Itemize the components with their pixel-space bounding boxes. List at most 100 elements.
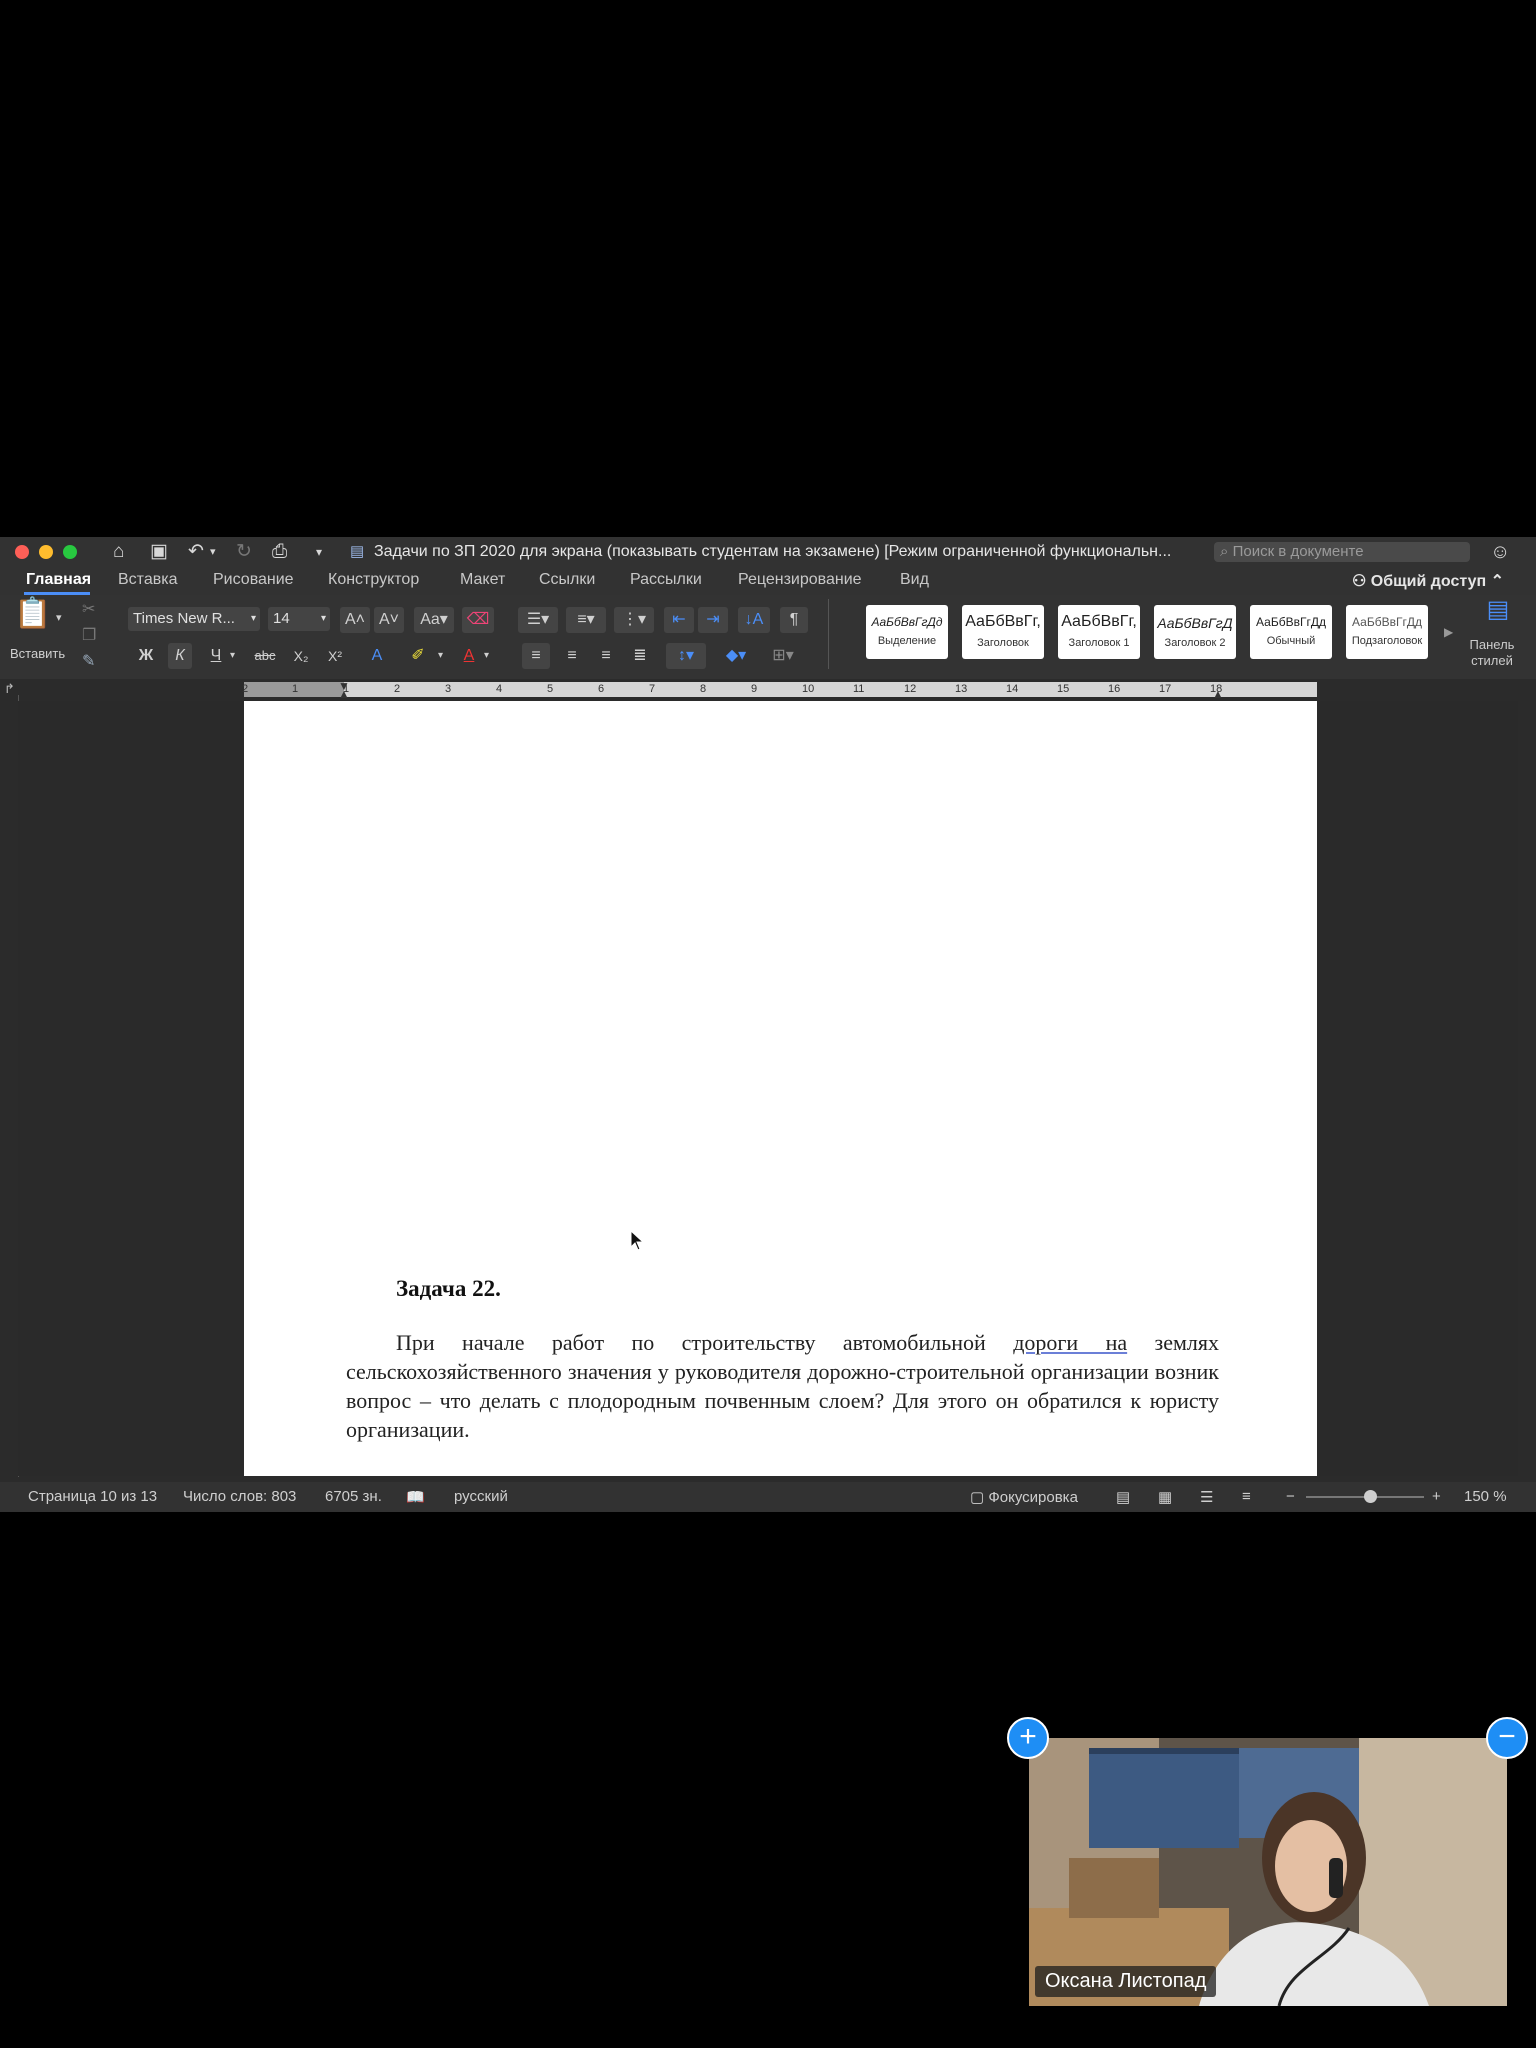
zoom-out-button[interactable]: − [1286,1488,1295,1505]
style-sample: АаБбВвГгД [1157,615,1233,631]
clear-formatting-icon[interactable]: ⌫ [462,607,494,633]
sort-icon[interactable]: ↓A [738,607,770,633]
share-button[interactable]: ⚇ Общий доступ ⌃ [1352,571,1504,591]
tab-references[interactable]: Ссылки [539,571,595,589]
outline-view-icon[interactable]: ☰ [1200,1488,1213,1506]
decrease-indent-icon[interactable]: ⇤ [664,607,694,633]
style-title[interactable]: АаБбВвГг, Заголовок [962,605,1044,659]
align-center-icon[interactable]: ≡ [558,643,586,669]
font-color-icon[interactable]: A [456,643,482,669]
line-spacing-icon[interactable]: ↕▾ [666,643,706,669]
style-sample: АаБбВвГг, [965,613,1041,630]
print-layout-view-icon[interactable]: ▤ [1116,1488,1130,1506]
italic-button[interactable]: К [168,643,192,669]
maximize-window-button[interactable] [63,545,77,559]
char-count[interactable]: 6705 зн. [325,1488,382,1505]
print-icon[interactable]: ⎙ [272,541,287,563]
copy-icon[interactable]: ❐ [82,623,96,649]
cut-icon[interactable]: ✂ [82,597,95,623]
home-icon[interactable]: ⌂ [113,541,124,563]
text-effects-icon[interactable]: A [364,643,390,669]
feedback-smiley-icon[interactable]: ☺ [1490,541,1510,563]
draft-view-icon[interactable]: ≡ [1242,1488,1251,1505]
style-emphasis[interactable]: АаБбВвГгДд Выделение [866,605,948,659]
underline-button[interactable]: Ч [204,643,228,669]
change-case-icon[interactable]: Aa▾ [414,607,454,633]
redo-icon[interactable]: ↻ [236,541,252,563]
web-layout-view-icon[interactable]: ▦ [1158,1488,1172,1506]
word-count[interactable]: Число слов: 803 [183,1488,296,1505]
align-left-icon[interactable]: ≡ [522,643,550,669]
underline-dropdown-icon[interactable]: ▾ [230,643,235,669]
show-formatting-button[interactable]: ¶ [780,607,808,633]
font-color-dropdown-icon[interactable]: ▾ [484,643,489,669]
strikethrough-button[interactable]: abc [250,643,280,669]
bold-button[interactable]: Ж [134,643,158,669]
tab-view[interactable]: Вид [900,571,929,589]
zoom-level[interactable]: 150 % [1464,1488,1507,1505]
styles-pane-label[interactable]: Панель стилей [1462,637,1522,669]
hanging-indent-marker[interactable]: ▲ [338,687,350,701]
zoom-slider-knob[interactable] [1364,1490,1377,1503]
undo-icon[interactable]: ↶ [188,541,204,563]
subscript-button[interactable]: X₂ [288,643,314,669]
grow-font-icon[interactable]: A˄ [340,607,370,633]
word-window: ⌂ ▣ ↶ ▾ ↻ ⎙ ▾ ▤ Задачи по ЗП 2020 для эк… [0,537,1536,1512]
tab-insert[interactable]: Вставка [118,571,177,589]
paste-dropdown-icon[interactable]: ▾ [56,605,62,631]
increase-indent-icon[interactable]: ⇥ [698,607,728,633]
shading-icon[interactable]: ◆▾ [716,643,756,669]
task-title[interactable]: Задача 22. [396,1276,501,1302]
bullets-icon[interactable]: ☰▾ [518,607,558,633]
tab-home[interactable]: Главная [26,571,91,589]
paste-icon[interactable]: 📋 [14,599,51,629]
tab-review[interactable]: Рецензирование [738,571,862,589]
style-subtitle[interactable]: АаБбВвГгДд Подзаголовок [1346,605,1428,659]
tab-stop-selector-icon[interactable]: ↱ [4,681,15,697]
tab-draw[interactable]: Рисование [213,571,294,589]
numbering-icon[interactable]: ≡▾ [566,607,606,633]
close-window-button[interactable] [15,545,29,559]
style-heading-2[interactable]: АаБбВвГгД Заголовок 2 [1154,605,1236,659]
horizontal-ruler[interactable]: ↱ 2 1 1 2 3 4 5 6 7 8 9 10 11 12 13 14 15 16 17 18 ▼ ▲ ▲ [0,679,1536,701]
highlight-icon[interactable]: ✐ [404,643,432,669]
tab-mailings[interactable]: Рассылки [630,571,702,589]
minimize-video-button[interactable]: − [1486,1717,1528,1759]
highlight-dropdown-icon[interactable]: ▾ [438,643,443,669]
font-size-select[interactable]: 14 ▾ [268,607,330,631]
superscript-button[interactable]: X² [322,643,348,669]
styles-gallery-next-icon[interactable]: ▶ [1444,619,1453,645]
undo-dropdown-icon[interactable]: ▾ [210,541,216,563]
font-name-select[interactable]: Times New R... ▾ [128,607,260,631]
tab-layout[interactable]: Макет [460,571,505,589]
save-icon[interactable]: ▣ [150,541,168,563]
document-title: Задачи по ЗП 2020 для экрана (показывать… [374,543,1172,560]
focus-mode-button[interactable]: ▢ Фокусировка [970,1488,1078,1506]
style-heading-1[interactable]: АаБбВвГг, Заголовок 1 [1058,605,1140,659]
justify-icon[interactable]: ≣ [626,643,654,669]
page-counter[interactable]: Страница 10 из 13 [28,1488,157,1505]
borders-icon[interactable]: ⊞▾ [762,643,804,669]
spelling-flag-text[interactable]: дороги на [1013,1330,1127,1355]
align-right-icon[interactable]: ≡ [592,643,620,669]
multilevel-list-icon[interactable]: ⋮▾ [614,607,654,633]
document-page[interactable]: Задача 22. При начале работ по строитель… [244,701,1317,1476]
styles-pane-icon[interactable]: ▤ [1478,597,1518,623]
zoom-in-button[interactable]: + [1432,1488,1441,1505]
format-painter-icon[interactable]: ✎ [82,649,95,675]
tab-design[interactable]: Конструктор [328,571,419,589]
ruler-track[interactable]: 2 1 1 2 3 4 5 6 7 8 9 10 11 12 13 14 15 16 17 18 ▼ ▲ ▲ [242,679,1317,701]
participant-video[interactable]: Оксана Листопад [1029,1738,1507,2006]
minimize-window-button[interactable] [39,545,53,559]
right-indent-marker[interactable]: ▲ [1212,687,1224,701]
style-normal[interactable]: АаБбВвГгДд Обычный [1250,605,1332,659]
paste-label[interactable]: Вставить [10,641,65,667]
customize-toolbar-icon[interactable]: ▾ [316,541,322,563]
language-indicator[interactable]: русский [454,1488,508,1505]
search-input[interactable]: ⌕ Поиск в документе [1214,542,1470,562]
shrink-font-icon[interactable]: A˅ [374,607,404,633]
expand-video-button[interactable]: + [1007,1717,1049,1759]
document-canvas[interactable]: Задача 22. При начале работ по строитель… [18,701,1518,1476]
task-paragraph[interactable]: При начале работ по строительству автомо… [346,1328,1219,1444]
proofing-icon[interactable]: 📖 [406,1488,425,1506]
